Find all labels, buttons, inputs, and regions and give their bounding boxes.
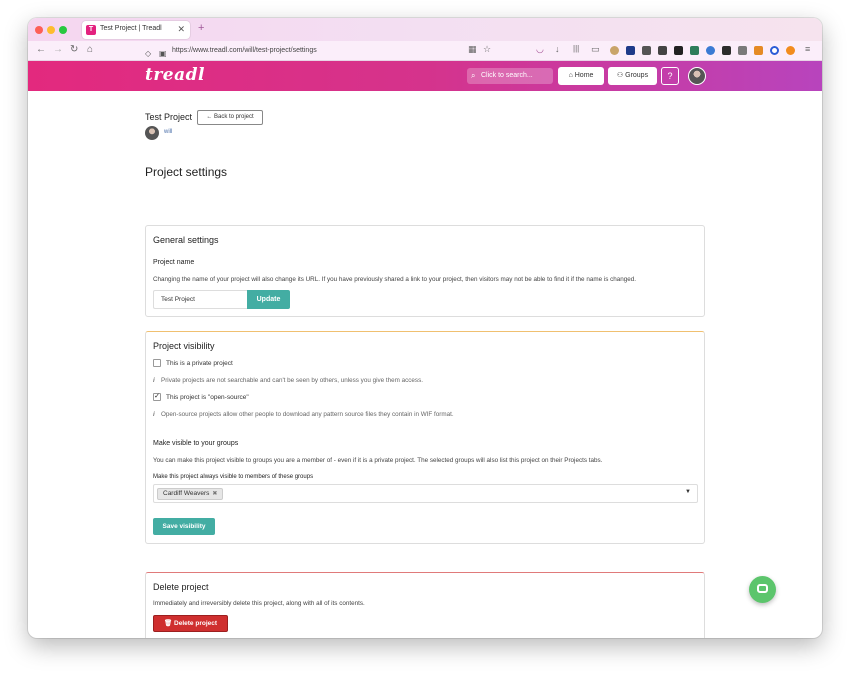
private-project-info-text: Private projects are not searchable and …	[161, 377, 423, 384]
grid-extension-icon[interactable]: ▦	[468, 44, 477, 55]
general-settings-card: General settings Project name Changing t…	[145, 225, 705, 317]
search-icon: ⌕	[471, 71, 476, 80]
home-button-label: Home	[574, 72, 594, 79]
owner-avatar[interactable]	[145, 126, 159, 140]
extension-grid-icon[interactable]	[674, 46, 683, 55]
site-header: treadl ⌕ Click to search... ⌂ Home ⚇ Gro…	[28, 61, 822, 91]
page-content: Test Project ← Back to project will Proj…	[28, 91, 822, 638]
reload-icon[interactable]: ↻	[70, 44, 78, 55]
delete-project-button[interactable]: 🗑 Delete project	[153, 615, 228, 632]
extension-shield-icon[interactable]	[626, 46, 635, 55]
project-name-help: Changing the name of your project will a…	[153, 276, 637, 283]
back-to-project-button[interactable]: ← Back to project	[197, 110, 263, 125]
page-title: Project settings	[145, 165, 228, 179]
info-icon: i	[153, 411, 155, 418]
groups-visibility-title: Make visible to your groups	[153, 440, 239, 447]
pocket-icon[interactable]: ◡	[536, 44, 544, 55]
private-project-checkbox[interactable]	[153, 359, 161, 367]
chat-support-button[interactable]	[749, 576, 776, 603]
delete-project-help: Immediately and irreversibly delete this…	[153, 600, 365, 607]
open-source-label[interactable]: This project is "open-source"	[166, 394, 249, 401]
open-source-checkbox[interactable]: ✓	[153, 393, 161, 401]
forward-arrow-icon[interactable]: →	[53, 44, 63, 55]
extension-green-icon[interactable]	[690, 46, 699, 55]
close-tab-icon[interactable]: ✕	[177, 24, 185, 35]
extension-blue-icon[interactable]	[706, 46, 715, 55]
group-chip-label: Cardiff Weavers	[163, 490, 210, 497]
groups-button[interactable]: ⚇ Groups	[608, 67, 657, 85]
project-title: Test Project	[145, 112, 193, 122]
treadl-logo[interactable]: treadl	[145, 65, 205, 85]
info-icon: i	[153, 377, 155, 384]
treadl-favicon-icon: T	[86, 25, 96, 35]
home-icon[interactable]: ⌂	[87, 44, 93, 55]
private-project-label[interactable]: This is a private project	[166, 360, 233, 367]
group-chip[interactable]: Cardiff Weavers ✖	[157, 488, 224, 500]
hamburger-menu-icon[interactable]: ≡	[805, 44, 810, 54]
new-tab-button[interactable]: +	[198, 22, 204, 34]
address-bar[interactable]: ◇ ▣ https://www.treadl.com/will/test-pro…	[140, 44, 492, 58]
search-placeholder: Click to search...	[481, 72, 533, 79]
minimize-window-button[interactable]	[47, 26, 55, 34]
groups-select[interactable]: Cardiff Weavers ✖ ▼	[153, 484, 698, 503]
close-window-button[interactable]	[35, 26, 43, 34]
browser-window: T Test Project | Treadl ✕ + ← → ↻ ⌂ ◇ ▣ …	[28, 18, 822, 638]
trash-icon: 🗑	[163, 620, 173, 627]
extension-puzzle-icon[interactable]	[658, 46, 667, 55]
chat-bubble-icon	[757, 584, 768, 593]
update-button[interactable]: Update	[247, 290, 290, 309]
help-button[interactable]: ?	[661, 67, 679, 85]
extension-orange-icon[interactable]	[786, 46, 795, 55]
extension-tool-icon[interactable]	[642, 46, 651, 55]
project-name-label: Project name	[153, 259, 195, 266]
users-icon: ⚇	[616, 72, 624, 79]
delete-project-title: Delete project	[153, 582, 209, 592]
open-source-info-text: Open-source projects allow other people …	[161, 411, 454, 418]
home-icon: ⌂	[568, 72, 573, 79]
home-button[interactable]: ⌂ Home	[558, 67, 604, 85]
back-to-project-label: Back to project	[213, 114, 254, 120]
extension-dark-icon[interactable]	[722, 46, 731, 55]
search-input[interactable]: ⌕ Click to search...	[467, 68, 553, 84]
bookmark-star-icon[interactable]: ☆	[483, 44, 491, 55]
navigation-bar: ← → ↻ ⌂ ◇ ▣ https://www.treadl.com/will/…	[28, 41, 822, 61]
private-project-info: i Private projects are not searchable and…	[153, 377, 423, 384]
extension-gray-icon[interactable]	[738, 46, 747, 55]
url-text: https://www.treadl.com/will/test-project…	[172, 47, 317, 54]
extension-avatar-icon[interactable]	[610, 46, 619, 55]
downloads-icon[interactable]: ↓	[555, 44, 560, 54]
tab-bar: T Test Project | Treadl ✕ +	[28, 18, 822, 41]
groups-button-label: Groups	[625, 72, 649, 79]
delete-project-card: Delete project Immediately and irreversi…	[145, 572, 705, 638]
dropdown-caret-icon[interactable]: ▼	[685, 489, 691, 495]
user-avatar[interactable]	[688, 67, 706, 85]
sidebar-icon[interactable]: ▭	[591, 44, 600, 55]
extension-fox-icon[interactable]	[754, 46, 763, 55]
groups-field-label: Make this project always visible to memb…	[153, 474, 314, 480]
groups-visibility-help: You can make this project visible to gro…	[153, 457, 603, 464]
back-arrow-icon[interactable]: ←	[36, 44, 46, 55]
extension-ring-icon[interactable]	[770, 46, 779, 55]
maximize-window-button[interactable]	[59, 26, 67, 34]
save-visibility-button[interactable]: Save visibility	[153, 518, 215, 535]
library-icon[interactable]: |||	[573, 44, 579, 53]
project-name-input[interactable]: Test Project	[153, 290, 247, 309]
browser-tab-active[interactable]: T Test Project | Treadl ✕	[82, 21, 190, 39]
remove-chip-icon[interactable]: ✖	[212, 491, 217, 497]
lock-icon[interactable]: ▣	[159, 47, 167, 61]
general-settings-title: General settings	[153, 235, 219, 245]
owner-link[interactable]: will	[164, 129, 172, 135]
tab-title: Test Project | Treadl	[100, 25, 162, 32]
project-visibility-card: Project visibility This is a private pro…	[145, 331, 705, 544]
shield-icon[interactable]: ◇	[145, 47, 151, 61]
project-visibility-title: Project visibility	[153, 341, 215, 351]
open-source-info: i Open-source projects allow other people…	[153, 411, 454, 418]
arrow-left-icon: ←	[206, 114, 213, 120]
delete-project-button-label: Delete project	[174, 620, 218, 627]
